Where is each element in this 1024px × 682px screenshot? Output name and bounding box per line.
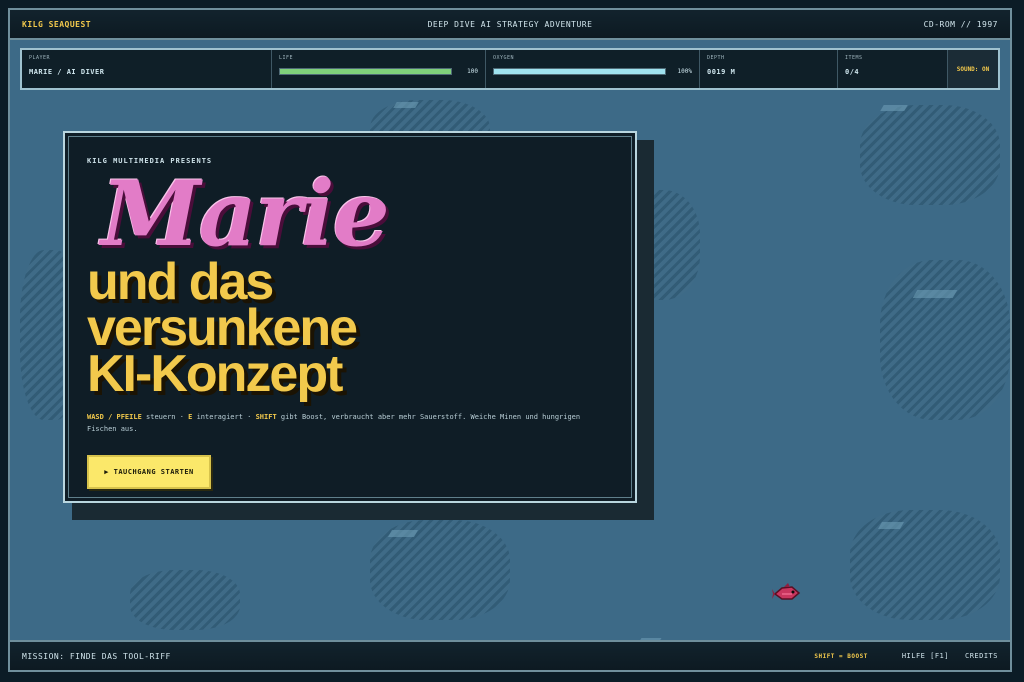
hud-label: PLAYER xyxy=(29,55,51,61)
depth-value: 0019 M xyxy=(707,68,736,76)
player-name: MARIE / AI DIVER xyxy=(29,68,105,76)
light-glint xyxy=(877,522,905,529)
seaweed-patch xyxy=(880,260,1010,420)
seaweed-patch xyxy=(850,510,1000,620)
controls-help: WASD / PFEILE steuern · E interagiert · … xyxy=(87,411,607,435)
hud-player: PLAYER MARIE / AI DIVER xyxy=(22,50,272,88)
oxygen-bar-fill xyxy=(494,69,665,74)
key-hint: SHIFT xyxy=(255,413,277,421)
edition-label: CD-ROM // 1997 xyxy=(923,19,998,29)
hud-items: ITEMS 0/4 xyxy=(838,50,948,88)
items-value: 0/4 xyxy=(845,68,860,76)
hud-life: LIFE 100 xyxy=(272,50,486,88)
seaweed-patch xyxy=(130,570,240,630)
key-hint: WASD / PFEILE xyxy=(87,413,142,421)
hud-label: OXYGEN xyxy=(493,55,515,61)
game-subtitle: DEEP DIVE AI STRATEGY ADVENTURE xyxy=(427,19,593,29)
headline-line: KI-Konzept xyxy=(87,345,343,403)
hud-oxygen: OXYGEN 100% xyxy=(486,50,700,88)
light-glint xyxy=(912,290,958,298)
title-bar: KILG SEAQUEST DEEP DIVE AI STRATEGY ADVE… xyxy=(10,10,1010,40)
life-value: 100 xyxy=(467,68,478,75)
fish-icon xyxy=(772,583,801,600)
life-bar-fill xyxy=(280,69,451,74)
light-glint xyxy=(387,530,419,537)
title-card: KILG MULTIMEDIA PRESENTS Marie und das v… xyxy=(63,131,637,503)
status-bar: MISSION: FINDE DAS TOOL-RIFF SHIFT = BOO… xyxy=(10,640,1010,670)
boost-hint: SHIFT = BOOST xyxy=(814,652,868,660)
hud-depth: DEPTH 0019 M xyxy=(700,50,838,88)
title-headline: und das versunkene KI-Konzept xyxy=(87,256,358,403)
hud-label: ITEMS xyxy=(845,55,863,61)
life-bar xyxy=(279,68,452,75)
oxygen-value: 100% xyxy=(677,68,692,75)
credits-button[interactable]: CREDITS xyxy=(965,652,998,660)
hud-label: LIFE xyxy=(279,55,294,61)
status-hud: PLAYER MARIE / AI DIVER LIFE 100 OXYGEN … xyxy=(20,48,1000,90)
game-frame: KILG SEAQUEST DEEP DIVE AI STRATEGY ADVE… xyxy=(8,8,1012,672)
sound-toggle[interactable]: SOUND: ON xyxy=(948,50,998,88)
help-text: interagiert · xyxy=(192,413,256,421)
hud-label: DEPTH xyxy=(707,55,725,61)
mission-label: MISSION: FINDE DAS TOOL-RIFF xyxy=(22,651,171,661)
help-button[interactable]: HILFE [F1] xyxy=(902,652,949,660)
start-dive-button[interactable]: ▶ TAUCHGANG STARTEN xyxy=(87,455,211,489)
help-text: steuern · xyxy=(141,413,189,421)
title-script: Marie xyxy=(101,161,390,267)
light-glint xyxy=(393,102,419,108)
oxygen-bar xyxy=(493,68,666,75)
game-brand: KILG SEAQUEST xyxy=(22,19,92,29)
seaweed-patch xyxy=(860,105,1000,205)
light-glint xyxy=(880,105,908,111)
